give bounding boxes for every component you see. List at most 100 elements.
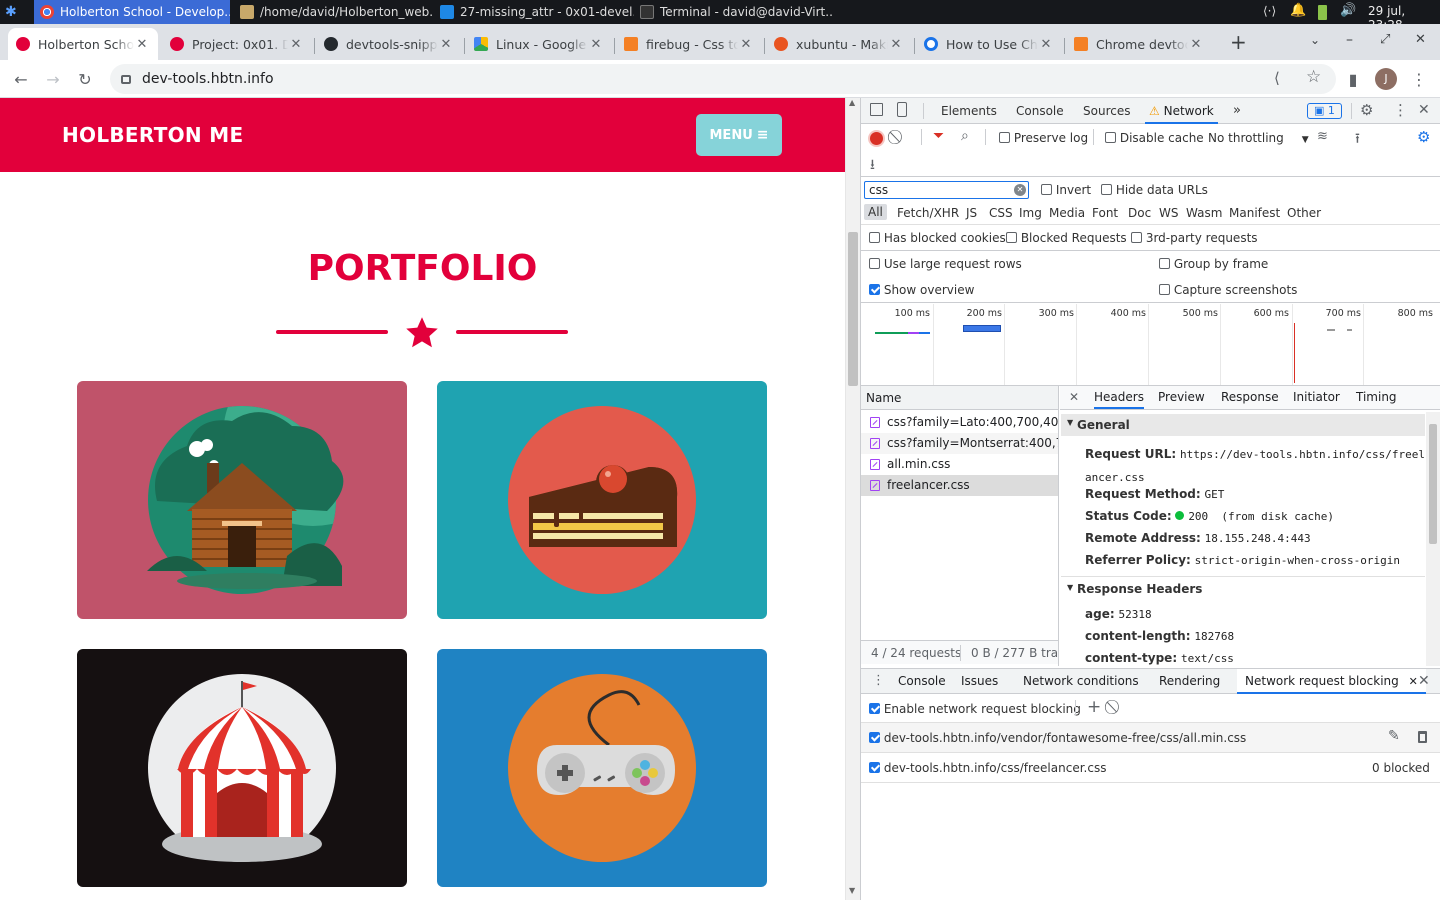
- request-row-selected[interactable]: freelancer.css: [861, 475, 1058, 496]
- battery-icon[interactable]: [1318, 5, 1327, 20]
- issues-badge[interactable]: ▣ 1: [1307, 103, 1342, 119]
- portfolio-card-game[interactable]: [437, 649, 767, 887]
- filter-type-ws[interactable]: WS: [1159, 206, 1178, 220]
- response-headers-section-header[interactable]: ▼ Response Headers: [1061, 579, 1425, 599]
- scroll-down-arrow-icon[interactable]: ▼: [849, 886, 855, 895]
- detail-tab-response[interactable]: Response: [1221, 390, 1279, 404]
- back-icon[interactable]: ←: [8, 66, 34, 92]
- network-settings-gear-icon[interactable]: ⚙: [1417, 128, 1430, 146]
- tab-google-drive[interactable]: Linux - Google Drive ✕: [466, 28, 612, 60]
- tab-close-icon[interactable]: ✕: [288, 37, 304, 52]
- detail-scrollbar[interactable]: [1426, 412, 1440, 666]
- tab-chrome-devtools[interactable]: Chrome devtools ✕: [1066, 28, 1212, 60]
- show-overview-checkbox[interactable]: Show overview: [869, 283, 974, 297]
- detail-tab-timing[interactable]: Timing: [1356, 390, 1397, 404]
- large-rows-checkbox[interactable]: Use large request rows: [869, 257, 1022, 271]
- blocked-requests-checkbox[interactable]: Blocked Requests: [1006, 231, 1127, 245]
- site-brand[interactable]: HOLBERTON ME: [62, 123, 243, 147]
- general-section-header[interactable]: ▼ General: [1061, 414, 1425, 436]
- blocking-rule-row[interactable]: dev-tools.hbtn.info/vendor/fontawesome-f…: [861, 723, 1440, 752]
- filter-type-fetch-xhr[interactable]: Fetch/XHR: [897, 206, 959, 220]
- drawer-tab-network-conditions[interactable]: Network conditions: [1023, 674, 1139, 688]
- tab-xubuntu[interactable]: xubuntu - Making ✕: [766, 28, 912, 60]
- settings-gear-icon[interactable]: ⚙: [1360, 101, 1373, 119]
- os-task-files[interactable]: /home/david/Holberton_web...: [234, 0, 434, 24]
- import-har-icon[interactable]: ⭱: [1355, 128, 1360, 152]
- tab-close-icon[interactable]: ✕: [1188, 37, 1204, 52]
- lock-icon[interactable]: [121, 75, 131, 84]
- drawer-menu-icon[interactable]: ⋮: [872, 673, 885, 688]
- filter-type-img[interactable]: Img: [1019, 206, 1042, 220]
- scroll-up-arrow-icon[interactable]: ▲: [849, 98, 855, 107]
- tab-close-icon[interactable]: ✕: [438, 37, 454, 52]
- drawer-close-icon[interactable]: ✕: [1418, 673, 1430, 689]
- tab-close-icon[interactable]: ✕: [588, 37, 604, 52]
- name-column-header[interactable]: Name: [861, 386, 1058, 410]
- window-close-icon[interactable]: ✕: [1415, 32, 1426, 47]
- page-scrollbar[interactable]: ▲ ▼: [845, 98, 860, 900]
- menu-button[interactable]: MENU ≡: [696, 114, 782, 156]
- bookmark-star-icon[interactable]: ☆: [1306, 67, 1321, 87]
- detail-scrollbar-thumb[interactable]: [1429, 424, 1437, 544]
- device-toolbar-icon[interactable]: [897, 102, 907, 117]
- filter-input-value[interactable]: css: [869, 183, 888, 197]
- delete-trash-icon[interactable]: [1418, 731, 1427, 743]
- detail-close-icon[interactable]: ✕: [1069, 390, 1079, 404]
- drawer-tab-console[interactable]: Console: [898, 674, 946, 688]
- filter-icon[interactable]: ⏷: [933, 128, 944, 144]
- portfolio-card-cake[interactable]: [437, 381, 767, 619]
- detail-tab-initiator[interactable]: Initiator: [1293, 390, 1340, 404]
- more-tabs-icon[interactable]: »: [1233, 98, 1241, 124]
- throttling-select[interactable]: No throttling ▼: [1208, 131, 1309, 145]
- os-task-terminal[interactable]: Terminal - david@david-Virt...: [634, 0, 834, 24]
- drawer-tab-issues[interactable]: Issues: [961, 674, 998, 688]
- portfolio-card-cabin[interactable]: [77, 381, 407, 619]
- drawer-tab-close-icon[interactable]: ✕: [1409, 675, 1418, 688]
- tab-sources[interactable]: Sources: [1083, 98, 1130, 124]
- filter-type-other[interactable]: Other: [1287, 206, 1321, 220]
- rule-enabled-checkbox[interactable]: [869, 762, 880, 773]
- disable-cache-checkbox[interactable]: Disable cache: [1105, 131, 1204, 145]
- drawer-tab-rendering[interactable]: Rendering: [1159, 674, 1220, 688]
- page-scrollbar-thumb[interactable]: [848, 232, 858, 386]
- url-text[interactable]: dev-tools.hbtn.info: [142, 71, 274, 87]
- filter-input[interactable]: css ✕: [864, 181, 1029, 199]
- tab-elements[interactable]: Elements: [941, 98, 997, 124]
- drawer-tab-network-request-blocking[interactable]: Network request blocking ✕: [1237, 669, 1426, 694]
- tab-devtools-snippets[interactable]: devtools-snippets ✕: [316, 28, 462, 60]
- filter-type-all[interactable]: All: [864, 204, 887, 220]
- detail-tab-preview[interactable]: Preview: [1158, 390, 1205, 404]
- invert-checkbox[interactable]: Invert: [1041, 183, 1091, 197]
- tab-close-icon[interactable]: ✕: [888, 37, 904, 52]
- enable-blocking-checkbox[interactable]: Enable network request blocking: [869, 702, 1081, 716]
- inspect-element-icon[interactable]: [870, 103, 883, 116]
- tab-holberton[interactable]: Holberton School ✕: [8, 28, 158, 60]
- maximize-icon[interactable]: ⤢: [1380, 32, 1390, 47]
- reload-icon[interactable]: ↻: [72, 66, 98, 92]
- tab-search-chevron-icon[interactable]: ⌄: [1310, 33, 1320, 47]
- tab-close-icon[interactable]: ✕: [1038, 37, 1054, 52]
- side-panel-icon[interactable]: ▮: [1340, 66, 1366, 92]
- devtools-menu-icon[interactable]: ⋮: [1393, 101, 1408, 119]
- filter-type-media[interactable]: Media: [1049, 206, 1085, 220]
- third-party-requests-checkbox[interactable]: 3rd-party requests: [1131, 231, 1258, 245]
- address-bar[interactable]: dev-tools.hbtn.info ⟨ ☆: [110, 64, 1336, 94]
- request-row[interactable]: all.min.css: [861, 454, 1058, 475]
- export-har-icon[interactable]: ⭳: [870, 154, 875, 178]
- filter-type-font[interactable]: Font: [1092, 206, 1118, 220]
- avatar[interactable]: J: [1375, 68, 1397, 90]
- hide-data-urls-checkbox[interactable]: Hide data URLs: [1101, 183, 1208, 197]
- filter-type-doc[interactable]: Doc: [1128, 206, 1151, 220]
- filter-type-wasm[interactable]: Wasm: [1186, 206, 1222, 220]
- detail-tab-headers[interactable]: Headers: [1094, 390, 1144, 409]
- share-icon[interactable]: ⟨: [1274, 69, 1280, 87]
- network-conditions-icon[interactable]: ≋: [1317, 129, 1328, 144]
- devtools-close-icon[interactable]: ✕: [1418, 102, 1430, 118]
- capture-screenshots-checkbox[interactable]: Capture screenshots: [1159, 283, 1297, 297]
- filter-type-manifest[interactable]: Manifest: [1229, 206, 1280, 220]
- search-icon[interactable]: ⌕: [961, 128, 969, 144]
- os-task-chrome[interactable]: Holberton School - Develop...: [34, 0, 230, 24]
- tab-how-to-use-chrome[interactable]: How to Use Chrome ✕: [916, 28, 1062, 60]
- chrome-menu-icon[interactable]: ⋮: [1406, 66, 1432, 92]
- filter-type-css[interactable]: CSS: [989, 206, 1013, 220]
